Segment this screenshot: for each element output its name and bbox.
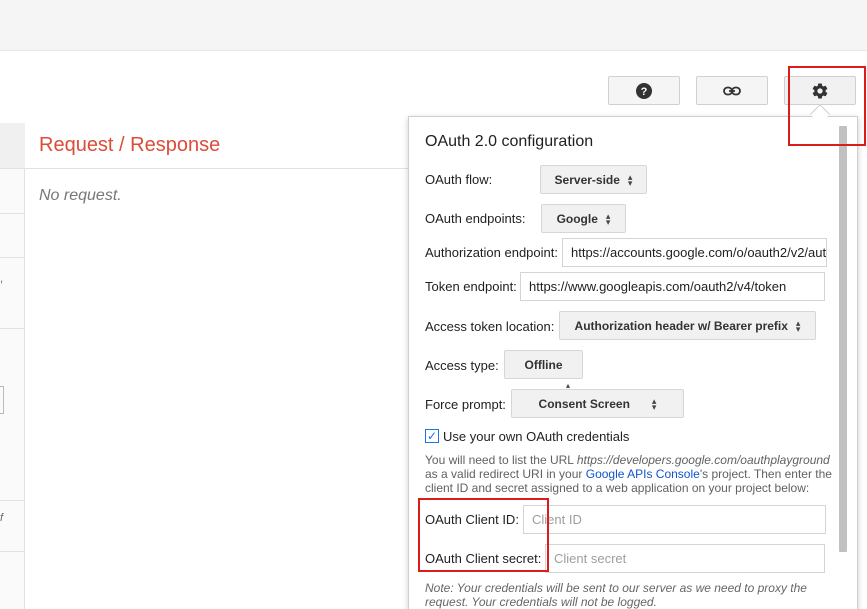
request-response-title: Request / Response <box>39 134 221 156</box>
help-button[interactable]: ? <box>608 76 680 105</box>
own-credentials-checkbox[interactable]: ✓ <box>425 429 439 443</box>
force-prompt-select[interactable]: Consent Screen ▴ ▾ <box>511 389 684 418</box>
select-arrows-icon: ▴ ▾ <box>627 171 633 188</box>
popup-scrollbar[interactable] <box>839 126 847 552</box>
authorization-endpoint-input[interactable]: https://accounts.google.com/o/oauth2/v2/… <box>562 238 827 267</box>
oauth-endpoints-label: OAuth endpoints: <box>425 211 526 226</box>
question-circle-icon: ? <box>636 82 652 99</box>
top-bar <box>0 0 867 51</box>
info-middle: as a valid redirect URI in your <box>425 467 586 481</box>
select-arrows-icon: ▴ ▾ <box>651 395 657 412</box>
left-panel-row[interactable] <box>0 169 25 214</box>
credentials-note: Note: Your credentials will be sent to o… <box>425 581 807 609</box>
left-panel-input-edge[interactable] <box>0 386 4 414</box>
access-token-location-label: Access token location: <box>425 319 555 334</box>
oauth-endpoints-value: Google <box>556 211 598 226</box>
access-token-location-select[interactable]: Authorization header w/ Bearer prefix ▴ ▾ <box>559 311 816 340</box>
left-panel <box>0 123 25 609</box>
client-secret-placeholder: Client secret <box>554 551 627 566</box>
left-panel-row[interactable] <box>0 500 25 552</box>
authorization-endpoint-label: Authorization endpoint: <box>425 245 558 260</box>
access-type-label: Access type: <box>425 358 499 373</box>
apis-console-link[interactable]: Google APIs Console <box>586 467 700 481</box>
checkmark-icon: ✓ <box>426 429 438 443</box>
left-panel-row[interactable] <box>0 123 25 169</box>
left-panel-row[interactable] <box>0 214 25 258</box>
link-icon <box>723 86 741 95</box>
redirect-info-text: You will need to list the URL https://de… <box>425 453 835 495</box>
popup-title: OAuth 2.0 configuration <box>425 133 594 150</box>
no-request-text: No request. <box>39 187 122 204</box>
redirect-url: https://developers.google.com/oauthplayg… <box>576 453 830 467</box>
own-credentials-label[interactable]: Use your own OAuth credentials <box>443 429 629 444</box>
left-panel-row[interactable] <box>0 258 25 329</box>
select-arrows-icon: ▴ ▾ <box>605 210 611 227</box>
oauth-flow-label: OAuth flow: <box>425 172 493 187</box>
oauth-flow-select[interactable]: Server-side ▴ ▾ <box>540 165 647 194</box>
access-type-select[interactable]: Offline <box>504 350 583 379</box>
token-endpoint-label: Token endpoint: <box>425 279 517 294</box>
oauth-endpoints-select[interactable]: Google ▴ ▾ <box>541 204 626 233</box>
oauth-flow-value: Server-side <box>554 172 620 187</box>
info-prefix: You will need to list the URL <box>425 453 577 467</box>
client-id-input[interactable]: Client ID <box>523 505 826 534</box>
force-prompt-value: Consent Screen <box>538 396 630 411</box>
access-type-value: Offline <box>524 357 563 372</box>
credentials-highlight-box <box>418 498 549 572</box>
svg-text:?: ? <box>641 86 648 98</box>
client-secret-input[interactable]: Client secret <box>545 544 825 573</box>
left-panel-fragment: , <box>0 273 4 285</box>
left-panel-fragment: f <box>0 512 4 524</box>
token-endpoint-input[interactable]: https://www.googleapis.com/oauth2/v4/tok… <box>520 272 825 301</box>
select-arrows-icon: ▴ ▾ <box>795 317 801 334</box>
access-token-location-value: Authorization header w/ Bearer prefix <box>574 318 788 333</box>
force-prompt-label: Force prompt: <box>425 397 506 412</box>
link-button[interactable] <box>696 76 768 105</box>
settings-highlight-box <box>788 66 866 146</box>
